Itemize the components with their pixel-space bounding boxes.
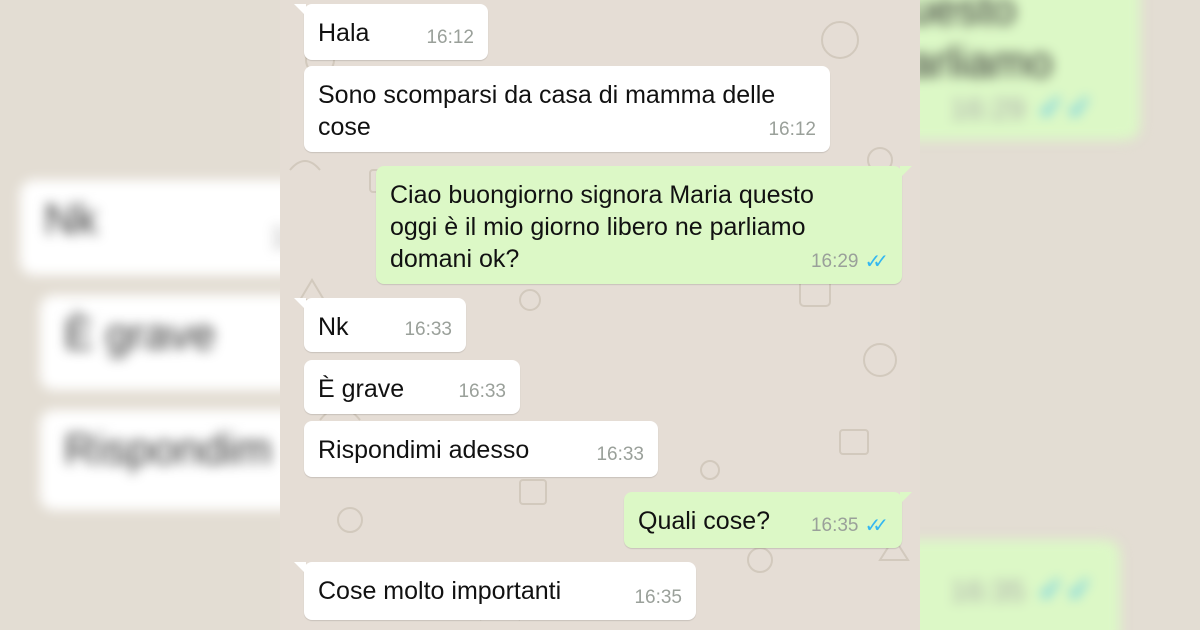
bubble-tail [900, 166, 912, 178]
incoming-message[interactable]: Cose molto importanti 16:35 [294, 562, 696, 620]
double-check-icon: ✓✓ [864, 515, 888, 537]
message-meta: 16:29 ✓✓ [810, 246, 889, 278]
message-time: 16:35 [810, 515, 859, 536]
message-time: 16:12 [768, 119, 816, 140]
incoming-message[interactable]: Nk 16:33 [294, 298, 466, 352]
bubble-tail [294, 298, 306, 310]
message-time: 16:33 [596, 444, 644, 465]
message-time: 16:29 [810, 251, 859, 272]
incoming-message[interactable]: Sono scomparsi da casa di mamma delle co… [304, 66, 830, 152]
message-meta: 16:35 ✓✓ [810, 510, 889, 542]
bubble-tail [294, 562, 306, 574]
message-text: Rispondimi adesso [318, 436, 530, 464]
blurred-message-text: Nk [44, 195, 98, 244]
outgoing-message[interactable]: Quali cose? 16:35 ✓✓ [624, 492, 912, 548]
message-meta: 16:33 [458, 376, 506, 408]
blurred-message-bubble: È grave [40, 295, 280, 390]
blurred-message-time: 16:3 [270, 221, 280, 254]
blurred-message-time: 16:29 ✓✓ [950, 89, 1095, 127]
message-time: 16:12 [426, 27, 474, 48]
blurred-message-bubble: 16:35 ✓✓ [920, 540, 1120, 630]
incoming-message[interactable]: Rispondimi adesso 16:33 [304, 421, 658, 477]
message-meta: 16:33 [596, 439, 644, 471]
blurred-message-text: È grave [64, 310, 216, 359]
blurred-message-text: Rispondim [64, 425, 272, 474]
blurred-message-bubble: Rispondim [40, 410, 280, 510]
blurred-message-text: questo [920, 0, 1017, 34]
message-meta: 16:12 [768, 114, 816, 146]
blurred-message-text: parliamo [920, 37, 1053, 87]
blurred-message-bubble: questo parliamo 16:29✓✓ [920, 0, 1140, 140]
double-check-icon: ✓✓ [1037, 571, 1095, 609]
double-check-icon: ✓✓ [1037, 89, 1095, 127]
chat-conversation[interactable]: Hala 16:12 Sono scomparsi da casa di mam… [280, 0, 920, 630]
incoming-message[interactable]: È grave 16:33 [304, 360, 520, 414]
message-meta: 16:33 [404, 314, 452, 346]
message-time: 16:33 [404, 319, 452, 340]
message-meta: 16:12 [426, 22, 474, 54]
double-check-icon: ✓✓ [864, 251, 888, 273]
outgoing-message[interactable]: Ciao buongiorno signora Maria questo ogg… [376, 166, 912, 284]
message-text: Sono scomparsi da casa di mamma delle co… [318, 81, 776, 141]
message-text: Cose molto importanti [318, 577, 562, 605]
message-time: 16:35 [634, 587, 682, 608]
message-time: 16:33 [458, 381, 506, 402]
blurred-message-time: 16:35 ✓✓ [950, 571, 1095, 609]
message-text: Ciao buongiorno signora Maria questo ogg… [390, 181, 814, 273]
blurred-message-bubble: Nk 16:3 [20, 180, 280, 275]
blurred-left-panel: Nk 16:3 È grave Rispondim [0, 0, 280, 630]
incoming-message[interactable]: Hala 16:12 [294, 4, 488, 60]
bubble-tail [900, 492, 912, 504]
message-meta: 16:35 [634, 582, 682, 614]
blurred-right-panel: questo parliamo 16:29✓✓ 16:35✓✓ [920, 0, 1200, 630]
bubble-tail [294, 4, 306, 16]
